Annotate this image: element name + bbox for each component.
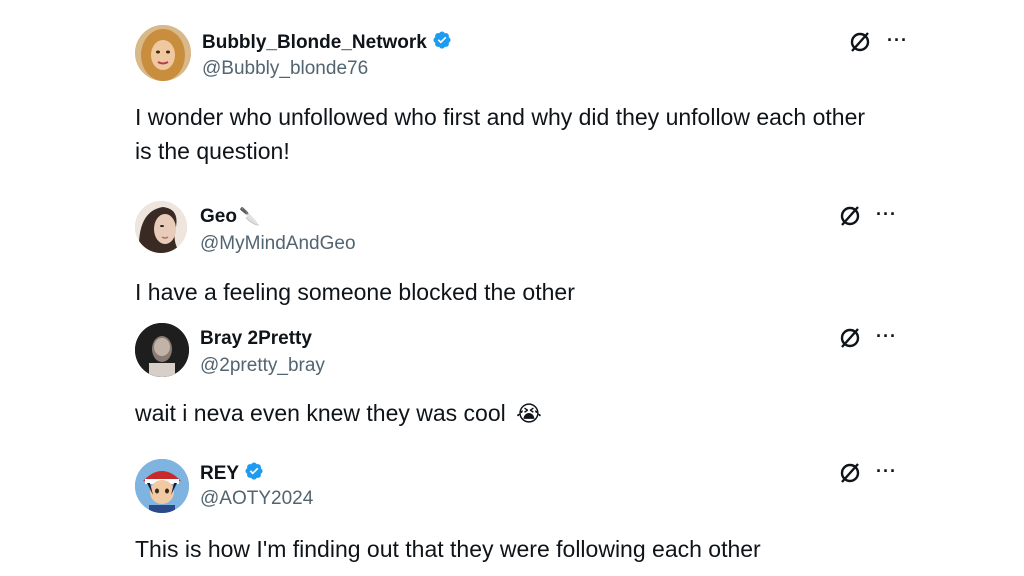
grok-icon[interactable]	[838, 204, 862, 233]
avatar[interactable]	[135, 201, 187, 253]
post-text: wait i neva even knew they was cool	[135, 400, 506, 426]
post-text: This is how I'm finding out that they we…	[135, 536, 761, 562]
display-name-row: REY	[200, 461, 264, 487]
verified-badge-icon	[432, 30, 452, 56]
knife-emoji-icon: 🔪	[238, 207, 261, 226]
verified-badge-icon	[244, 461, 264, 487]
grok-icon[interactable]	[838, 326, 862, 355]
more-options-button[interactable]: ···	[887, 30, 908, 51]
handle[interactable]: @AOTY2024	[200, 488, 313, 510]
display-name-row: Geo 🔪	[200, 206, 260, 228]
avatar[interactable]	[135, 25, 191, 81]
more-options-button[interactable]: ···	[876, 204, 897, 225]
handle[interactable]: @2pretty_bray	[200, 355, 325, 377]
post-text-row: wait i neva even knew they was cool 😭	[135, 400, 542, 427]
post-bubbly-blonde: Bubbly_Blonde_Network @Bubbly_blonde76 ·…	[0, 0, 1024, 190]
handle[interactable]: @MyMindAndGeo	[200, 233, 356, 255]
post-text-line-1: I wonder who unfollowed who first and wh…	[135, 104, 866, 130]
post-rey: REY @AOTY2024 ··· This is how I'm findin…	[0, 450, 1024, 576]
post-bray: Bray 2Pretty @2pretty_bray ··· wait i ne…	[0, 308, 1024, 450]
more-options-button[interactable]: ···	[876, 461, 897, 482]
post-text: I have a feeling someone blocked the oth…	[135, 279, 575, 305]
handle[interactable]: @Bubbly_blonde76	[202, 58, 368, 80]
display-name[interactable]: Bubbly_Blonde_Network	[202, 32, 427, 54]
post-geo: Geo 🔪 @MyMindAndGeo ··· I have a feeling…	[0, 190, 1024, 308]
avatar[interactable]	[135, 459, 189, 513]
display-name-row: Bray 2Pretty	[200, 328, 312, 350]
display-name-row: Bubbly_Blonde_Network	[202, 30, 452, 56]
grok-icon[interactable]	[848, 30, 872, 59]
more-options-button[interactable]: ···	[876, 326, 897, 347]
grok-icon[interactable]	[838, 461, 862, 490]
display-name[interactable]: REY	[200, 463, 239, 485]
avatar[interactable]	[135, 323, 189, 377]
display-name[interactable]: Bray 2Pretty	[200, 328, 312, 350]
display-name[interactable]: Geo	[200, 206, 237, 228]
post-text-line-2: is the question!	[135, 138, 290, 164]
crying-emoji-icon: 😭	[516, 401, 542, 426]
